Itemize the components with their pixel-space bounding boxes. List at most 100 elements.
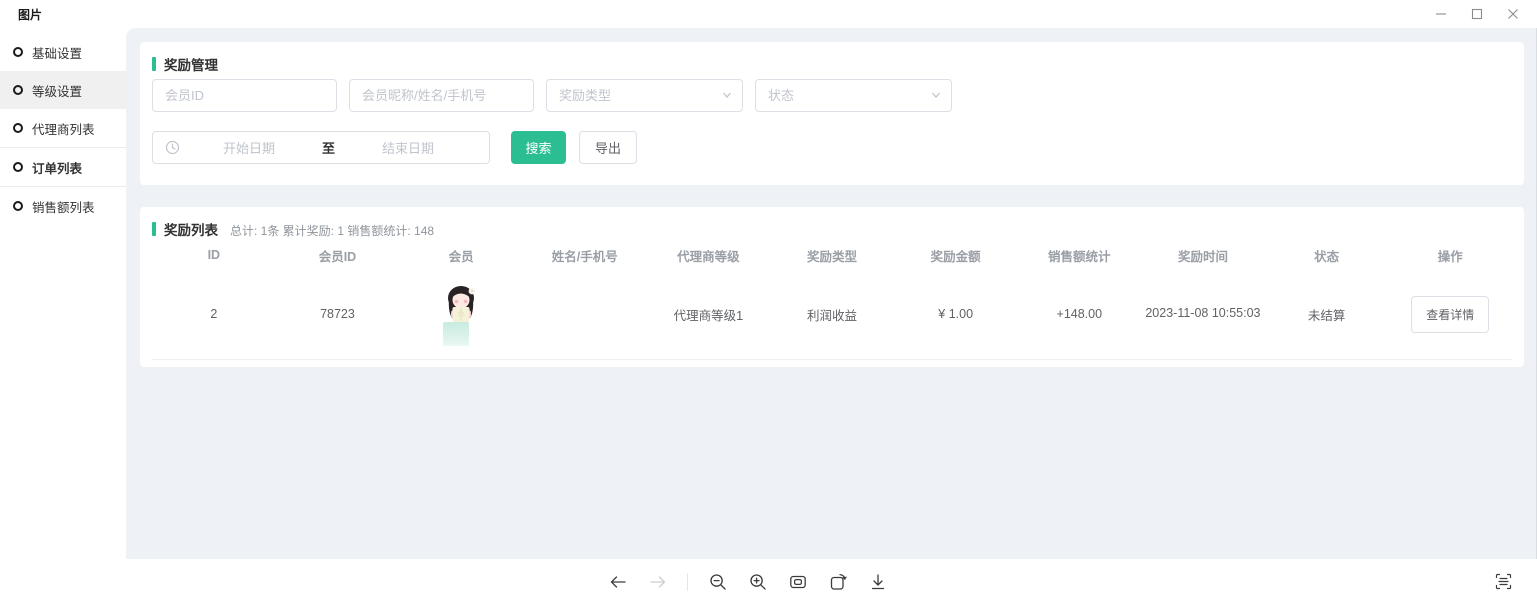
- sidebar-item-label: 基础设置: [32, 43, 82, 62]
- toolbar-divider: [687, 573, 688, 591]
- table-header: ID: [152, 248, 276, 262]
- minimize-button[interactable]: [1423, 0, 1459, 28]
- ocr-scan-text-icon: [1494, 572, 1513, 591]
- green-accent-bar: [152, 222, 156, 236]
- status-select[interactable]: [755, 79, 952, 112]
- table-header: 销售额统计: [1017, 246, 1141, 265]
- table-header: 代理商等级: [647, 246, 771, 265]
- zoom-in-button[interactable]: [744, 568, 771, 595]
- cell-agent-level: 代理商等级1: [647, 305, 771, 324]
- forward-button[interactable]: [644, 568, 671, 595]
- date-start-placeholder[interactable]: 开始日期: [180, 138, 318, 157]
- rotate-button[interactable]: [824, 568, 851, 595]
- list-stats: 总计: 1条 累计奖励: 1 销售额统计: 148: [230, 220, 434, 239]
- sidebar: 基础设置 等级设置 代理商列表 订单列表 销售额列表: [0, 28, 126, 559]
- list-panel-title: 奖励列表: [164, 219, 218, 239]
- avatar: [399, 283, 523, 346]
- circle-bullet-icon: [13, 162, 23, 172]
- cell-member-id: 78723: [276, 307, 400, 321]
- close-icon: [1507, 8, 1519, 20]
- sidebar-item-basic-settings[interactable]: 基础设置: [0, 33, 126, 71]
- sidebar-item-order-list[interactable]: 订单列表: [0, 147, 126, 187]
- titlebar: 图片: [0, 0, 1537, 28]
- member-name-input[interactable]: [349, 79, 534, 112]
- list-panel: 奖励列表 总计: 1条 累计奖励: 1 销售额统计: 148 ID 会员ID 会…: [140, 207, 1524, 367]
- reward-type-select-value[interactable]: [546, 79, 743, 112]
- cell-reward-amount: ¥ 1.00: [894, 307, 1018, 321]
- cell-status: 未结算: [1265, 305, 1389, 324]
- filter-panel-title: 奖励管理: [164, 54, 218, 74]
- circle-bullet-icon: [13, 85, 23, 95]
- member-id-input[interactable]: [152, 79, 337, 112]
- cell-reward-time: 2023-11-08 10:55:03: [1141, 303, 1265, 324]
- maximize-icon: [1471, 8, 1483, 20]
- cell-sales-total: +148.00: [1017, 307, 1141, 321]
- circle-bullet-icon: [13, 201, 23, 211]
- viewer-toolbar: [0, 559, 1537, 604]
- mint-square-decoration: [443, 322, 469, 346]
- filter-panel-title-row: 奖励管理: [140, 42, 1524, 74]
- maximize-button[interactable]: [1459, 0, 1495, 28]
- search-button[interactable]: 搜索: [511, 131, 566, 164]
- date-range-picker[interactable]: 开始日期 至 结束日期: [152, 131, 490, 164]
- cell-action: 查看详情: [1388, 296, 1512, 333]
- table-header: 姓名/手机号: [523, 246, 647, 265]
- back-arrow-icon: [608, 572, 628, 592]
- cell-id: 2: [152, 307, 276, 321]
- window-title: 图片: [18, 6, 42, 23]
- date-end-placeholder[interactable]: 结束日期: [339, 138, 477, 157]
- admin-content: 奖励管理 开始日期: [126, 28, 1537, 559]
- cell-reward-type: 利润收益: [770, 305, 894, 324]
- chibi-girl-avatar-icon: [442, 283, 480, 327]
- reward-table: ID 会员ID 会员 姓名/手机号 代理商等级 奖励类型 奖励金额 销售额统计 …: [152, 241, 1512, 360]
- viewed-image: 基础设置 等级设置 代理商列表 订单列表 销售额列表: [0, 28, 1537, 559]
- toolbar-icon-group: [604, 559, 891, 604]
- forward-arrow-icon: [648, 572, 668, 592]
- table-header: 会员: [399, 246, 523, 265]
- sidebar-item-agent-list[interactable]: 代理商列表: [0, 109, 126, 147]
- list-panel-title-row: 奖励列表 总计: 1条 累计奖励: 1 销售额统计: 148: [140, 207, 1524, 239]
- back-button[interactable]: [604, 568, 631, 595]
- zoom-out-icon: [708, 572, 728, 592]
- download-icon: [868, 572, 888, 592]
- filter-inputs-row: [152, 79, 952, 112]
- sidebar-item-label: 等级设置: [32, 81, 82, 100]
- rotate-icon: [828, 572, 848, 592]
- table-header: 状态: [1265, 246, 1389, 265]
- zoom-in-icon: [748, 572, 768, 592]
- table-header: 奖励类型: [770, 246, 894, 265]
- filter-actions-row: 开始日期 至 结束日期 搜索 导出: [152, 131, 637, 164]
- reward-type-select[interactable]: [546, 79, 743, 112]
- sidebar-item-label: 销售额列表: [32, 197, 95, 216]
- fit-to-window-icon: [788, 572, 808, 592]
- zoom-out-button[interactable]: [704, 568, 731, 595]
- green-accent-bar: [152, 57, 156, 71]
- sidebar-item-level-settings[interactable]: 等级设置: [0, 71, 126, 109]
- fit-to-window-button[interactable]: [784, 568, 811, 595]
- minimize-icon: [1435, 8, 1447, 20]
- sidebar-item-label: 代理商列表: [32, 119, 95, 138]
- sidebar-item-sales-list[interactable]: 销售额列表: [0, 187, 126, 225]
- download-button[interactable]: [864, 568, 891, 595]
- table-header: 操作: [1388, 246, 1512, 265]
- table-header-row: ID 会员ID 会员 姓名/手机号 代理商等级 奖励类型 奖励金额 销售额统计 …: [152, 241, 1512, 269]
- circle-bullet-icon: [13, 47, 23, 57]
- view-detail-button[interactable]: 查看详情: [1411, 296, 1489, 333]
- clock-icon: [165, 140, 180, 155]
- sidebar-menu: 基础设置 等级设置 代理商列表 订单列表 销售额列表: [0, 28, 126, 225]
- close-button[interactable]: [1495, 0, 1531, 28]
- cell-member-avatar: [399, 283, 523, 346]
- status-select-value[interactable]: [755, 79, 952, 112]
- window-controls: [1423, 0, 1531, 28]
- date-separator: 至: [318, 138, 339, 157]
- table-header: 会员ID: [276, 246, 400, 265]
- table-header: 奖励时间: [1141, 246, 1265, 265]
- sidebar-item-label: 订单列表: [32, 158, 82, 177]
- export-button[interactable]: 导出: [579, 131, 637, 164]
- ocr-scan-text-button[interactable]: [1490, 568, 1517, 595]
- table-header: 奖励金额: [894, 246, 1018, 265]
- circle-bullet-icon: [13, 123, 23, 133]
- photos-app-window: 图片 基础设置 等级设置: [0, 0, 1537, 604]
- table-row: 2 78723: [152, 269, 1512, 360]
- filter-panel: 奖励管理 开始日期: [140, 42, 1524, 185]
